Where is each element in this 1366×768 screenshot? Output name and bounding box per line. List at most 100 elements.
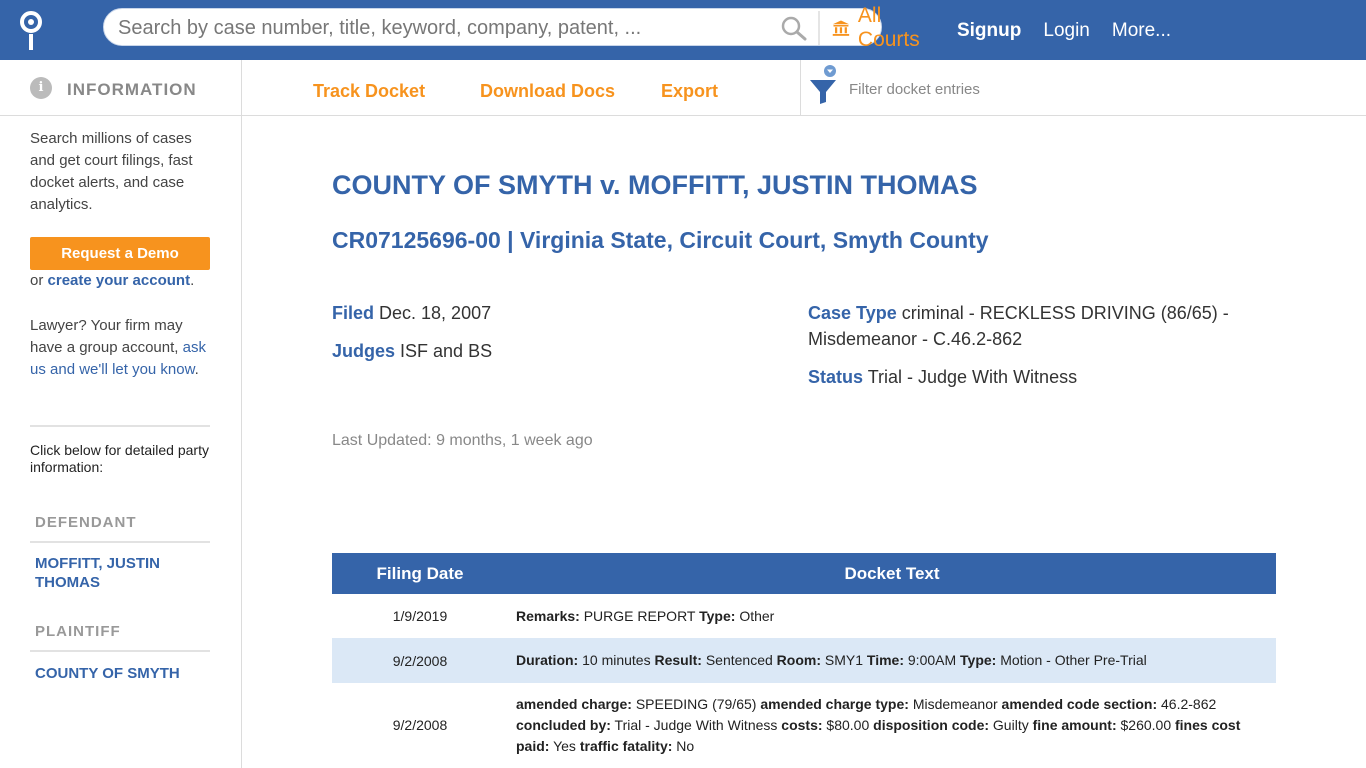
docket-table: Filing Date Docket Text 1/9/2019 Remarks:… [332, 553, 1276, 767]
courthouse-icon [832, 20, 850, 36]
docket-field-value: 10 minutes [578, 652, 655, 668]
docket-field-value: Trial - Judge With Witness [610, 716, 782, 733]
header-nav: Signup Login More... [957, 20, 1171, 42]
docket-field-value: Other [735, 607, 775, 624]
info-icon: i [30, 77, 52, 99]
plaintiff-divider [30, 650, 210, 652]
docket-row[interactable]: 9/2/2008 Duration: 10 minutes Result: Sen… [332, 638, 1276, 683]
docket-field-key: amended charge: [516, 695, 632, 712]
logo-icon[interactable] [18, 10, 44, 52]
docket-date: 9/2/2008 [392, 717, 448, 733]
docket-field-value: Guilty [989, 716, 1033, 733]
docket-field-value: No [672, 737, 695, 754]
filed-label: Filed [332, 303, 375, 323]
docket-field-key: Duration: [516, 652, 579, 668]
defendant-divider [30, 541, 210, 543]
toolbar-divider [800, 60, 801, 116]
plaintiff-link[interactable]: COUNTY OF SMYTH [35, 664, 210, 683]
docket-date: 1/9/2019 [392, 608, 448, 624]
docket-field-key: Remarks: [516, 607, 580, 624]
docket-text: Remarks: PURGE REPORT Type: Other [508, 594, 1276, 638]
defendant-label: DEFENDANT [35, 514, 137, 531]
signup-link[interactable]: Signup [957, 20, 1021, 42]
case-title: COUNTY OF SMYTH v. MOFFITT, JUSTIN THOMA… [332, 170, 978, 200]
docket-row[interactable]: 1/9/2019 Remarks: PURGE REPORT Type: Othe… [332, 594, 1276, 638]
docket-text: Duration: 10 minutes Result: Sentenced R… [508, 638, 1276, 683]
judges-field: Judges ISF and BS [332, 338, 492, 364]
download-docs-button[interactable]: Download Docs [480, 81, 615, 102]
docket-field-value: Sentenced [701, 652, 777, 668]
last-updated: Last Updated: 9 months, 1 week ago [332, 432, 593, 449]
lawyer-period: . [194, 361, 199, 378]
docket-field-key: fine amount: [1032, 716, 1117, 733]
docket-field-key: Room: [776, 652, 821, 668]
case-type-field: Case Type criminal - RECKLESS DRIVING (8… [808, 300, 1248, 352]
search-input[interactable] [106, 11, 718, 45]
top-header: All Courts Signup Login More... [0, 0, 1366, 60]
docket-field-key: Type: [960, 652, 997, 668]
case-subtitle: CR07125696-00 | Virginia State, Circuit … [332, 227, 989, 253]
more-link[interactable]: More... [1112, 20, 1171, 42]
docket-field-value: SMY1 [821, 652, 867, 668]
party-info-hint: Click below for detailed party informati… [30, 442, 209, 475]
period-text: . [190, 272, 195, 289]
docket-field-key: Time: [866, 652, 904, 668]
or-text: or [30, 272, 48, 289]
docket-field-value: $260.00 [1116, 716, 1175, 733]
docket-field-key: Type: [699, 607, 736, 624]
sidebar-header: i INFORMATION [0, 60, 241, 116]
docket-text-header[interactable]: Docket Text [508, 553, 1276, 594]
docket-field-key: concluded by: [516, 716, 611, 733]
create-account-link[interactable]: create your account [48, 272, 191, 289]
docket-text: amended charge: SPEEDING (79/65) amended… [508, 683, 1276, 767]
status-value: Trial - Judge With Witness [863, 367, 1078, 387]
sidebar-divider [30, 425, 210, 427]
docket-body: 1/9/2019 Remarks: PURGE REPORT Type: Othe… [332, 594, 1276, 767]
lawyer-prefix: Lawyer? Your firm may have a group accou… [30, 317, 183, 356]
all-courts-button[interactable]: All Courts [832, 4, 926, 51]
docket-field-value: 9:00AM [904, 652, 961, 668]
docket-field-key: amended charge type: [760, 695, 909, 712]
track-docket-button[interactable]: Track Docket [313, 81, 425, 102]
plaintiff-label: PLAINTIFF [35, 623, 121, 640]
docket-field-value: 46.2-862 [1157, 695, 1217, 712]
search-icon[interactable] [780, 15, 808, 41]
docket-row[interactable]: 9/2/2008 amended charge: SPEEDING (79/65)… [332, 683, 1276, 767]
filing-date-header[interactable]: Filing Date [332, 553, 508, 594]
search-divider [818, 11, 820, 45]
create-account-line: or create your account. [30, 272, 194, 289]
filed-value: Dec. 18, 2007 [374, 303, 492, 323]
sidebar: i INFORMATION Search millions of cases a… [0, 60, 242, 768]
filter-docket-input[interactable] [849, 76, 1149, 102]
docket-field-value: SPEEDING (79/65) [631, 695, 761, 712]
defendant-link[interactable]: MOFFITT, JUSTIN THOMAS [35, 554, 210, 592]
search-bar: All Courts [103, 4, 920, 51]
docket-field-value: PURGE REPORT [579, 607, 700, 624]
docket-field-key: amended code section: [1001, 695, 1158, 712]
docket-field-key: costs: [781, 716, 823, 733]
docket-field-value: Yes [549, 737, 580, 754]
judges-label: Judges [332, 341, 396, 361]
sidebar-intro: Search millions of cases and get court f… [30, 130, 193, 213]
sidebar-title: INFORMATION [67, 80, 197, 99]
filter-icon[interactable] [808, 64, 838, 106]
docket-field-key: traffic fatality: [579, 737, 673, 754]
filed-field: Filed Dec. 18, 2007 [332, 300, 491, 326]
judges-value: ISF and BS [395, 341, 493, 361]
docket-field-value: Motion - Other Pre-Trial [996, 652, 1147, 668]
status-label: Status [808, 367, 864, 387]
docket-field-value: Misdemeanor [908, 695, 1002, 712]
docket-field-key: Result: [654, 652, 702, 668]
docket-toolbar: Track Docket Download Docs Export [242, 60, 1366, 116]
lawyer-text: Lawyer? Your firm may have a group accou… [30, 315, 215, 381]
docket-field-value: $80.00 [822, 716, 874, 733]
docket-field-key: disposition code: [873, 716, 990, 733]
request-demo-button[interactable]: Request a Demo [30, 237, 210, 270]
case-type-label: Case Type [808, 303, 897, 323]
docket-header-row: Filing Date Docket Text [332, 553, 1276, 594]
export-button[interactable]: Export [661, 81, 718, 102]
docket-date: 9/2/2008 [332, 638, 508, 683]
status-field: Status Trial - Judge With Witness [808, 364, 1077, 390]
all-courts-label: All Courts [857, 4, 920, 51]
login-link[interactable]: Login [1043, 20, 1090, 42]
